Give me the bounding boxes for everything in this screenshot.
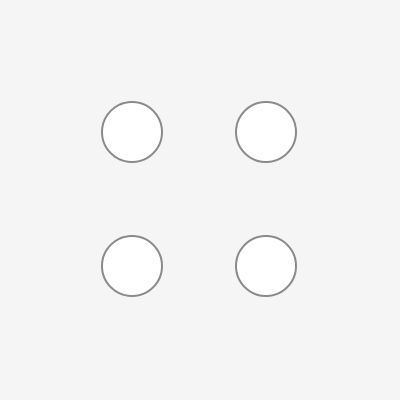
circle-button-top-right[interactable] xyxy=(235,101,297,163)
canvas xyxy=(0,0,400,400)
circle-button-bottom-right[interactable] xyxy=(235,235,297,297)
circle-grid xyxy=(100,100,300,300)
circle-button-bottom-left[interactable] xyxy=(101,235,163,297)
circle-button-top-left[interactable] xyxy=(101,101,163,163)
